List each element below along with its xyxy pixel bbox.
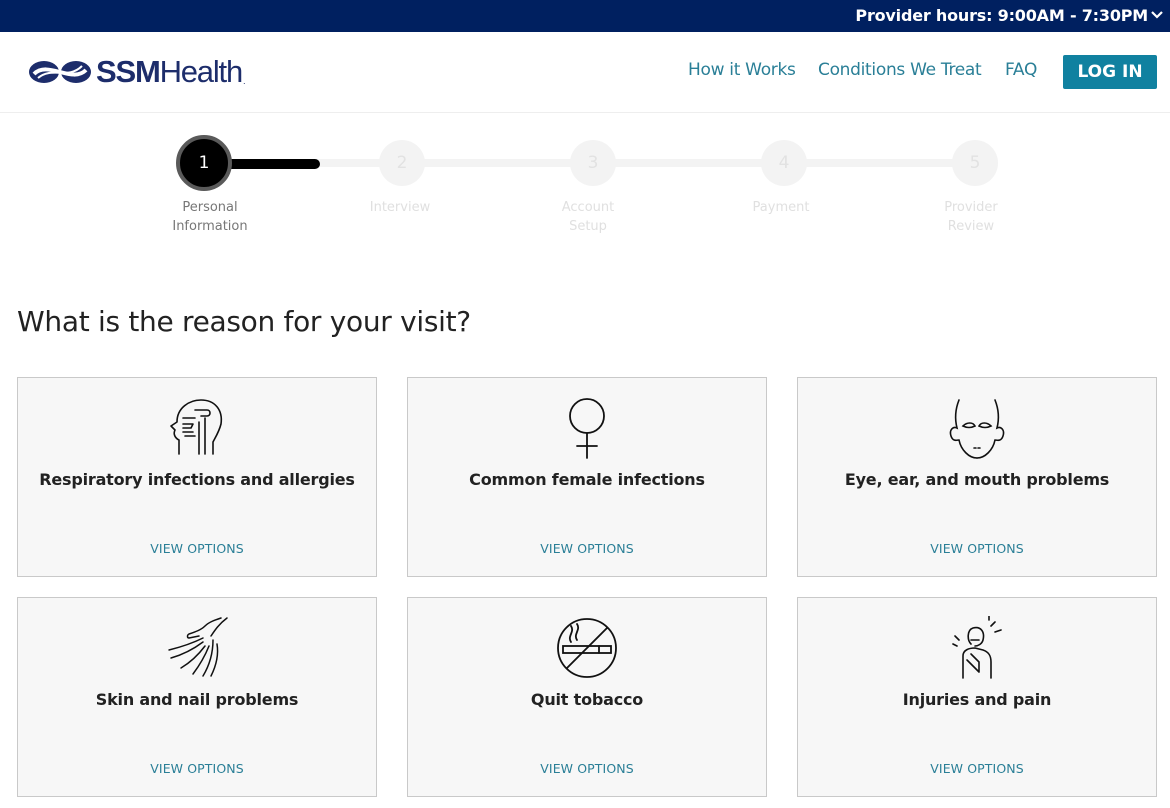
card-title: Respiratory infections and allergies (39, 470, 355, 489)
female-symbol-icon (569, 398, 605, 459)
ssm-swirl-logo-icon (29, 61, 91, 83)
page-question-heading: What is the reason for your visit? (17, 305, 471, 338)
card-respiratory[interactable]: Respiratory infections and allergies VIE… (17, 377, 377, 577)
view-options-link[interactable]: VIEW OPTIONS (408, 761, 766, 776)
card-title: Skin and nail problems (95, 690, 299, 709)
provider-hours-bar: Provider hours: 9:00AM - 7:30PM (0, 0, 1170, 32)
no-smoking-icon (557, 618, 617, 678)
step-1-label: Personal Information (172, 200, 248, 234)
progress-stepper: 1 2 3 4 5 Personal Information Interview… (0, 114, 1170, 264)
step-1-circle: 1 (176, 135, 232, 191)
step-5-circle: 5 (952, 140, 998, 186)
view-options-link[interactable]: VIEW OPTIONS (798, 761, 1156, 776)
view-options-link[interactable]: VIEW OPTIONS (408, 541, 766, 556)
nav-faq[interactable]: FAQ (1005, 60, 1037, 80)
step-2-label: Interview (369, 200, 431, 215)
card-skin-nail[interactable]: Skin and nail problems VIEW OPTIONS (17, 597, 377, 797)
chevron-down-icon[interactable] (1150, 6, 1164, 24)
login-button[interactable]: LOG IN (1063, 55, 1157, 89)
card-title: Common female infections (469, 470, 705, 489)
card-title: Quit tobacco (530, 690, 644, 709)
site-header: SSMHealth . How it Works Conditions We T… (0, 32, 1170, 113)
step-2-circle: 2 (379, 140, 425, 186)
respiratory-icon (170, 399, 223, 455)
card-injuries-pain[interactable]: Injuries and pain VIEW OPTIONS (797, 597, 1157, 797)
provider-hours-toggle[interactable]: Provider hours: 9:00AM - 7:30PM (855, 6, 1148, 25)
view-options-link[interactable]: VIEW OPTIONS (18, 541, 376, 556)
step-3-circle: 3 (570, 140, 616, 186)
step-4-label: Payment (752, 200, 810, 215)
face-icon (949, 399, 1005, 459)
nav-how-it-works[interactable]: How it Works (688, 60, 796, 80)
ssm-health-logo[interactable]: SSMHealth . (28, 55, 246, 89)
view-options-link[interactable]: VIEW OPTIONS (798, 541, 1156, 556)
card-female-infections[interactable]: Common female infections VIEW OPTIONS (407, 377, 767, 577)
step-5-label: Provider Review (944, 200, 998, 234)
nav-conditions-we-treat[interactable]: Conditions We Treat (818, 60, 982, 80)
logo-wordmark: SSMHealth (96, 54, 243, 89)
logo-trademark-dot: . (243, 76, 246, 86)
card-title: Injuries and pain (902, 690, 1052, 709)
card-quit-tobacco[interactable]: Quit tobacco VIEW OPTIONS (407, 597, 767, 797)
step-3-label: Account Setup (561, 200, 615, 234)
card-title: Eye, ear, and mouth problems (844, 470, 1110, 489)
injury-icon (952, 616, 1002, 679)
view-options-link[interactable]: VIEW OPTIONS (18, 761, 376, 776)
step-4-circle: 4 (761, 140, 807, 186)
card-eye-ear-mouth[interactable]: Eye, ear, and mouth problems VIEW OPTION… (797, 377, 1157, 577)
hand-icon (168, 617, 228, 677)
